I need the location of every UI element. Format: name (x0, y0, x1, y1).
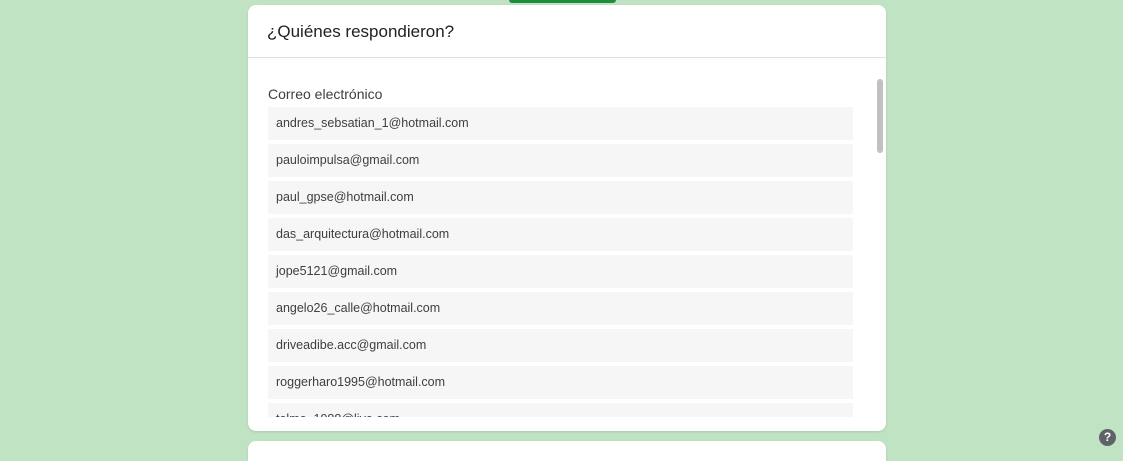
respondents-card: ¿Quiénes respondieron? Correo electrónic… (248, 5, 886, 431)
card-title: ¿Quiénes respondieron? (267, 22, 455, 41)
email-row: jope5121@gmail.com (268, 255, 853, 288)
email-row: paul_gpse@hotmail.com (268, 181, 853, 214)
help-icon[interactable]: ? (1099, 429, 1116, 446)
column-header-email: Correo electrónico (268, 86, 383, 102)
respondents-list[interactable]: Correo electrónico andres_sebsatian_1@ho… (248, 59, 886, 417)
next-card (248, 441, 886, 461)
email-row: pauloimpulsa@gmail.com (268, 144, 853, 177)
email-rows: andres_sebsatian_1@hotmail.com pauloimpu… (268, 107, 853, 417)
email-row: das_arquitectura@hotmail.com (268, 218, 853, 251)
email-row: roggerharo1995@hotmail.com (268, 366, 853, 399)
active-tab-indicator (509, 0, 616, 3)
email-row: telmo_1988@live.com (268, 403, 853, 417)
email-row: angelo26_calle@hotmail.com (268, 292, 853, 325)
email-row: andres_sebsatian_1@hotmail.com (268, 107, 853, 140)
email-row: driveadibe.acc@gmail.com (268, 329, 853, 362)
scrollbar-thumb[interactable] (877, 79, 883, 153)
card-header: ¿Quiénes respondieron? (248, 5, 886, 58)
